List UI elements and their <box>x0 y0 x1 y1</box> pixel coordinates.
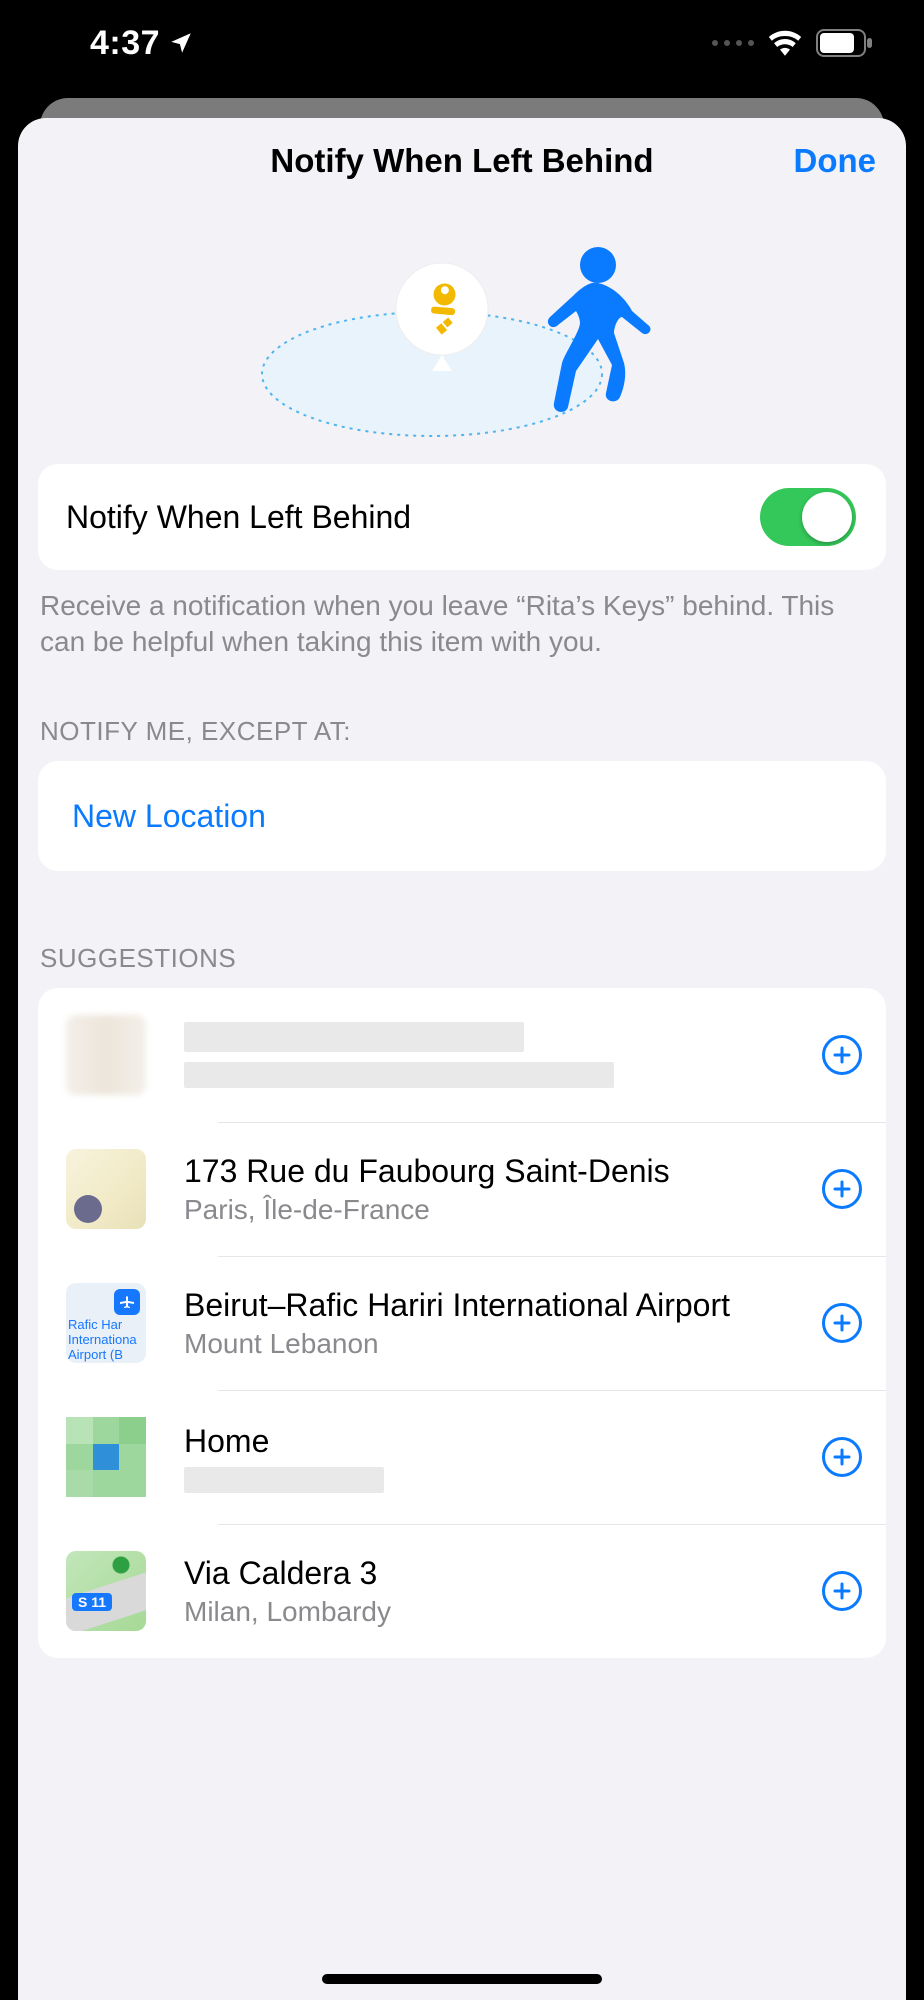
cell-signal-dots-icon <box>712 40 754 46</box>
battery-icon <box>816 29 874 57</box>
airplane-icon <box>114 1289 140 1315</box>
suggestion-row[interactable]: 173 Rue du Faubourg Saint-Denis Paris, Î… <box>38 1122 886 1256</box>
notify-toggle-card: Notify When Left Behind <box>38 464 886 570</box>
new-location-button[interactable]: New Location <box>38 761 886 871</box>
suggestion-title: 173 Rue du Faubourg Saint-Denis <box>184 1151 812 1191</box>
suggestion-text: Via Caldera 3 Milan, Lombardy <box>146 1553 822 1629</box>
suggestion-title: Beirut–Rafic Hariri International Airpor… <box>184 1285 812 1325</box>
suggestion-title: Via Caldera 3 <box>184 1553 812 1593</box>
redacted-title <box>184 1022 524 1052</box>
suggestion-title: Home <box>184 1421 812 1461</box>
status-right <box>712 29 874 57</box>
notify-toggle-row[interactable]: Notify When Left Behind <box>38 464 886 570</box>
except-locations-card: New Location <box>38 761 886 871</box>
status-left: 4:37 <box>90 24 194 63</box>
hero-illustration <box>18 204 906 464</box>
redacted-subtitle <box>184 1062 614 1088</box>
suggestion-row[interactable] <box>38 988 886 1122</box>
notify-toggle-label: Notify When Left Behind <box>66 499 411 536</box>
suggestion-row[interactable]: Home <box>38 1390 886 1524</box>
suggestion-row[interactable]: Rafic Har Internationa Airport (B Beirut… <box>38 1256 886 1390</box>
suggestion-subtitle: Mount Lebanon <box>184 1327 812 1361</box>
add-location-button[interactable] <box>822 1035 862 1075</box>
suggestions-card: 173 Rue du Faubourg Saint-Denis Paris, Î… <box>38 988 886 1658</box>
map-thumbnail-icon: Rafic Har Internationa Airport (B <box>66 1283 146 1363</box>
wifi-icon <box>768 30 802 56</box>
add-location-button[interactable] <box>822 1437 862 1477</box>
suggestions-section-header: SUGGESTIONS <box>18 871 906 988</box>
add-location-button[interactable] <box>822 1169 862 1209</box>
suggestion-text: Beirut–Rafic Hariri International Airpor… <box>146 1285 822 1361</box>
home-indicator[interactable] <box>322 1974 602 1984</box>
map-thumbnail-icon <box>66 1417 146 1497</box>
suggestion-text: 173 Rue du Faubourg Saint-Denis Paris, Î… <box>146 1151 822 1227</box>
suggestion-subtitle: Milan, Lombardy <box>184 1595 812 1629</box>
map-thumbnail-icon <box>66 1149 146 1229</box>
switch-knob <box>802 492 852 542</box>
add-location-button[interactable] <box>822 1571 862 1611</box>
add-location-button[interactable] <box>822 1303 862 1343</box>
except-section-header: NOTIFY ME, EXCEPT AT: <box>18 660 906 761</box>
redacted-subtitle <box>184 1467 384 1493</box>
status-time: 4:37 <box>90 24 160 63</box>
thumbnail-text: Rafic Har Internationa Airport (B <box>68 1317 144 1362</box>
done-button[interactable]: Done <box>794 118 877 204</box>
page-title: Notify When Left Behind <box>270 142 653 180</box>
map-thumbnail-icon: S 11 <box>66 1551 146 1631</box>
modal-sheet: Notify When Left Behind Done <box>18 118 906 2000</box>
suggestion-subtitle: Paris, Île-de-France <box>184 1193 812 1227</box>
route-shield: S 11 <box>72 1593 112 1611</box>
notify-help-text: Receive a notification when you leave “R… <box>18 570 906 660</box>
suggestion-text <box>146 1022 822 1088</box>
status-bar: 4:37 <box>0 0 924 86</box>
map-thumbnail-icon <box>66 1015 146 1095</box>
suggestion-row[interactable]: S 11 Via Caldera 3 Milan, Lombardy <box>38 1524 886 1658</box>
sheet-header: Notify When Left Behind Done <box>18 118 906 204</box>
suggestion-text: Home <box>146 1421 822 1493</box>
location-services-icon <box>168 30 194 56</box>
notify-toggle-switch[interactable] <box>760 488 856 546</box>
